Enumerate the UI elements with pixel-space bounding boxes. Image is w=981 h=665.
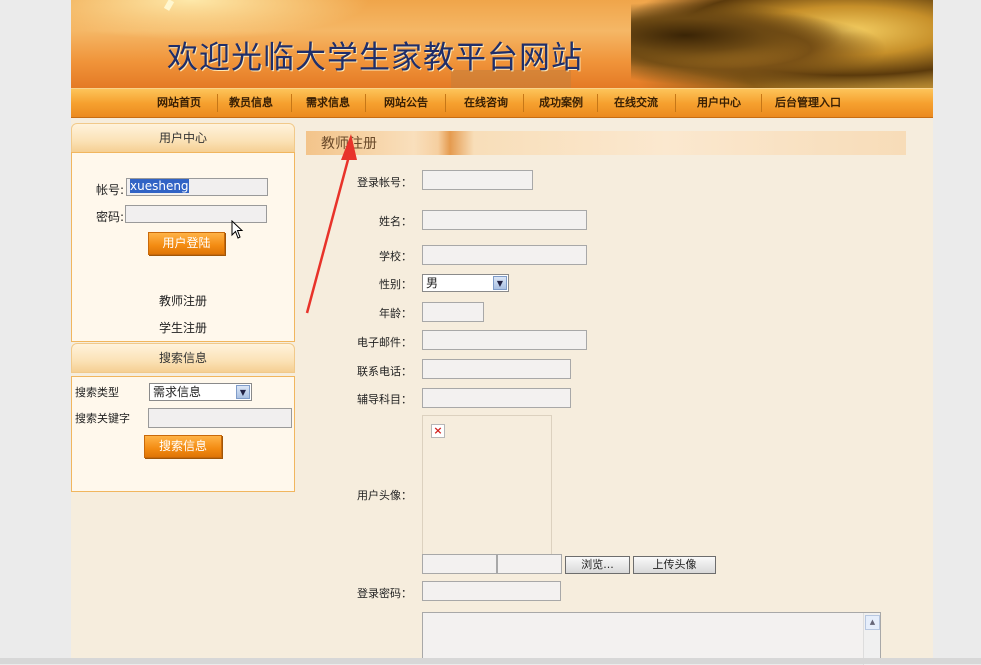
chevron-down-icon[interactable]: ▼ bbox=[493, 276, 507, 290]
gender-value: 男 bbox=[426, 276, 439, 290]
search-header: 搜索信息 bbox=[71, 343, 295, 373]
password-field-label: 登录密码： bbox=[357, 587, 412, 600]
teacher-password-input[interactable] bbox=[422, 581, 561, 601]
banner-lion-image bbox=[631, 0, 933, 88]
user-center-panel: 帐号: xuesheng 密码: 用户登陆 教师注册 学生注册 bbox=[71, 152, 295, 342]
account-input[interactable]: xuesheng bbox=[126, 178, 268, 196]
password-input[interactable] bbox=[125, 205, 267, 223]
email-input[interactable] bbox=[422, 330, 587, 350]
search-keyword-label: 搜索关键字 bbox=[75, 412, 130, 425]
student-register-link[interactable]: 学生注册 bbox=[159, 319, 207, 336]
nav-separator bbox=[445, 94, 446, 112]
mouse-cursor-icon bbox=[231, 220, 244, 239]
nav-separator bbox=[217, 94, 218, 112]
search-type-label: 搜索类型 bbox=[75, 386, 119, 399]
nav-item-announcements[interactable]: 网站公告 bbox=[369, 89, 443, 117]
browse-button[interactable]: 浏览... bbox=[565, 556, 630, 574]
avatar-preview: × bbox=[422, 415, 552, 555]
nav-item-demands[interactable]: 需求信息 bbox=[293, 89, 363, 117]
nav-separator bbox=[291, 94, 292, 112]
nav-item-user-center[interactable]: 用户中心 bbox=[679, 89, 759, 117]
password-label: 密码: bbox=[96, 210, 125, 224]
phone-input[interactable] bbox=[422, 359, 571, 379]
avatar-field-label: 用户头像： bbox=[357, 489, 412, 502]
user-center-header: 用户中心 bbox=[71, 123, 295, 153]
name-field-label: 姓名： bbox=[379, 215, 412, 228]
login-button[interactable]: 用户登陆 bbox=[148, 232, 225, 255]
search-keyword-input[interactable] bbox=[148, 408, 292, 428]
teacher-account-input[interactable] bbox=[422, 170, 533, 190]
name-input[interactable] bbox=[422, 210, 587, 230]
main-nav: 网站首页 教员信息 需求信息 网站公告 在线咨询 成功案例 在线交流 用户中心 … bbox=[71, 88, 933, 118]
school-input[interactable] bbox=[422, 245, 587, 265]
nav-item-chat[interactable]: 在线交流 bbox=[599, 89, 673, 117]
age-field-label: 年龄： bbox=[379, 307, 412, 320]
nav-item-home[interactable]: 网站首页 bbox=[143, 89, 215, 117]
avatar-path-input[interactable] bbox=[422, 554, 497, 574]
site-title: 欢迎光临大学生家教平台网站 bbox=[167, 40, 583, 76]
search-type-value: 需求信息 bbox=[153, 385, 202, 399]
site-banner: 欢迎光临大学生家教平台网站 bbox=[71, 0, 933, 88]
teacher-register-header: 教师注册 bbox=[306, 131, 906, 155]
nav-item-teachers[interactable]: 教员信息 bbox=[219, 89, 283, 117]
account-field-label: 登录帐号： bbox=[357, 176, 412, 189]
window-bottom-edge bbox=[0, 658, 981, 664]
subject-input[interactable] bbox=[422, 388, 571, 408]
scroll-up-icon[interactable]: ▲ bbox=[865, 615, 880, 630]
account-input-value: xuesheng bbox=[130, 179, 189, 193]
nav-separator bbox=[597, 94, 598, 112]
account-label: 帐号: bbox=[96, 183, 125, 197]
teacher-register-link[interactable]: 教师注册 bbox=[159, 292, 207, 309]
subject-field-label: 辅导科目： bbox=[357, 393, 412, 406]
nav-item-admin[interactable]: 后台管理入口 bbox=[763, 89, 853, 117]
nav-separator bbox=[365, 94, 366, 112]
nav-separator bbox=[523, 94, 524, 112]
gender-field-label: 性别： bbox=[379, 278, 412, 291]
avatar-file-input[interactable] bbox=[497, 554, 562, 574]
phone-field-label: 联系电话： bbox=[357, 365, 412, 378]
page-title: 教师注册 bbox=[321, 136, 377, 152]
email-field-label: 电子邮件： bbox=[357, 336, 412, 349]
upload-avatar-button[interactable]: 上传头像 bbox=[633, 556, 716, 574]
nav-item-cases[interactable]: 成功案例 bbox=[525, 89, 597, 117]
school-field-label: 学校： bbox=[379, 250, 412, 263]
gender-select[interactable]: 男 ▼ bbox=[422, 274, 509, 292]
nav-separator bbox=[675, 94, 676, 112]
nav-separator bbox=[761, 94, 762, 112]
search-button[interactable]: 搜索信息 bbox=[144, 435, 222, 458]
description-textarea[interactable]: ▲ bbox=[422, 612, 881, 665]
search-type-select[interactable]: 需求信息 ▼ bbox=[149, 383, 252, 401]
broken-image-icon: × bbox=[431, 424, 445, 438]
age-input[interactable] bbox=[422, 302, 484, 322]
nav-item-consult[interactable]: 在线咨询 bbox=[449, 89, 523, 117]
search-panel: 搜索类型 需求信息 ▼ 搜索关键字 搜索信息 bbox=[71, 376, 295, 492]
page-container: 欢迎光临大学生家教平台网站 网站首页 教员信息 需求信息 网站公告 在线咨询 成… bbox=[71, 0, 933, 665]
chevron-down-icon[interactable]: ▼ bbox=[236, 385, 250, 399]
